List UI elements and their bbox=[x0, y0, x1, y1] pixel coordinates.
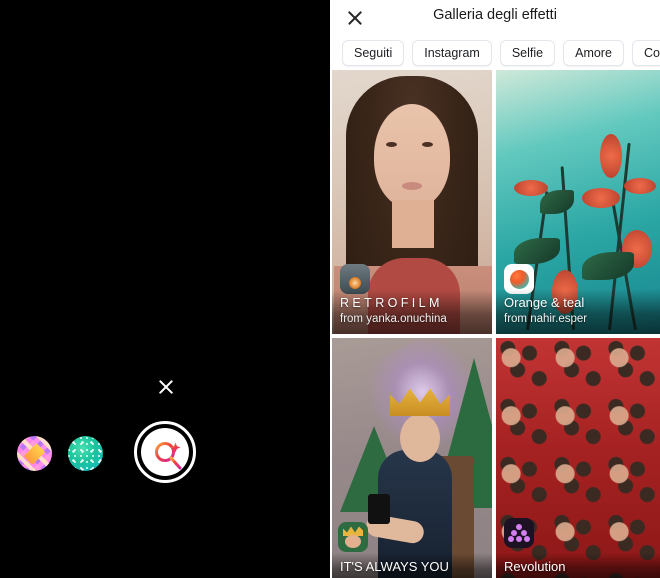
tile2-bloom-2 bbox=[514, 180, 548, 196]
effect-tile-retrofilm[interactable]: RETROFILM from yanka.onuchina bbox=[332, 70, 492, 334]
tile2-bloom-1 bbox=[600, 134, 622, 178]
tile2-bloom-4 bbox=[624, 178, 656, 194]
tile1-effect-author: from yanka.onuchina bbox=[340, 313, 447, 326]
tile2-bloom-3 bbox=[582, 188, 620, 208]
chip-instagram[interactable]: Instagram bbox=[412, 40, 492, 66]
its-always-you-icon-face bbox=[345, 535, 361, 548]
category-chip-row[interactable]: Seguiti Instagram Selfie Amore Colore bbox=[330, 36, 660, 70]
revolution-dot-1 bbox=[516, 524, 522, 530]
chip-colore[interactable]: Colore bbox=[631, 40, 660, 66]
tile4-effect-name: Revolution bbox=[504, 559, 566, 575]
tile4-caption: Revolution bbox=[496, 553, 660, 578]
tile1-lips bbox=[402, 182, 422, 190]
tile2-caption: Orange & teal from nahir.esper bbox=[496, 289, 660, 334]
browse-effects-button[interactable] bbox=[134, 421, 196, 483]
effect-tile-orange-teal[interactable]: Orange & teal from nahir.esper bbox=[496, 70, 660, 334]
revolution-dot-5 bbox=[516, 536, 522, 542]
effects-grid: RETROFILM from yanka.onuchina Orange & t… bbox=[330, 70, 660, 578]
revolution-dot-6 bbox=[524, 536, 530, 542]
tile3-person-head bbox=[400, 414, 440, 462]
revolution-dot-2 bbox=[511, 530, 517, 536]
effects-gallery-panel: Galleria degli effetti Seguiti Instagram… bbox=[330, 0, 660, 578]
tile2-leaf-1 bbox=[540, 190, 574, 214]
camera-bottom-bar: SFOGLIA GLI EFFETTI bbox=[0, 505, 330, 578]
tile1-effect-name: RETROFILM bbox=[340, 296, 443, 311]
close-icon[interactable] bbox=[157, 378, 175, 396]
chip-amore[interactable]: Amore bbox=[563, 40, 624, 66]
chip-seguiti[interactable]: Seguiti bbox=[342, 40, 405, 66]
effect-thumb-green-sparkle[interactable] bbox=[68, 436, 103, 471]
tile2-effect-name: Orange & teal bbox=[504, 295, 585, 311]
tile3-caption: IT'S ALWAYS YOU bbox=[332, 553, 492, 578]
diamond-shape-icon bbox=[23, 442, 46, 465]
sparkle-dots-icon bbox=[68, 436, 103, 471]
screenshot-root: SFOGLIA GLI EFFETTI Galleria degli effet… bbox=[0, 0, 660, 578]
retrofilm-icon-glow bbox=[349, 276, 361, 289]
tile1-eye-left bbox=[386, 142, 397, 147]
gallery-title: Galleria degli effetti bbox=[433, 7, 557, 23]
effect-tile-revolution[interactable]: Revolution bbox=[496, 338, 660, 578]
revolution-icon-dots bbox=[508, 524, 530, 542]
tile1-caption: RETROFILM from yanka.onuchina bbox=[332, 290, 492, 334]
tile1-neck bbox=[392, 200, 434, 248]
effect-tile-its-always-you[interactable]: IT'S ALWAYS YOU bbox=[332, 338, 492, 578]
tile3-phone bbox=[368, 494, 390, 524]
search-sparkle-icon bbox=[155, 442, 182, 470]
its-always-you-effect-icon bbox=[338, 522, 368, 552]
revolution-effect-icon bbox=[504, 518, 534, 548]
camera-panel: SFOGLIA GLI EFFETTI bbox=[0, 0, 330, 578]
tile1-eye-right bbox=[422, 142, 433, 147]
tile1-face bbox=[374, 104, 450, 208]
tile2-effect-author: from nahir.esper bbox=[504, 313, 588, 326]
gallery-header: Galleria degli effetti bbox=[330, 0, 660, 36]
orange-teal-icon-circle bbox=[509, 269, 529, 289]
tile3-effect-name: IT'S ALWAYS YOU bbox=[340, 559, 449, 575]
revolution-dot-4 bbox=[508, 536, 514, 542]
effect-thumb-diamond-pattern[interactable] bbox=[17, 436, 52, 471]
chip-selfie[interactable]: Selfie bbox=[499, 40, 556, 66]
tile2-leaf-2 bbox=[514, 238, 560, 264]
